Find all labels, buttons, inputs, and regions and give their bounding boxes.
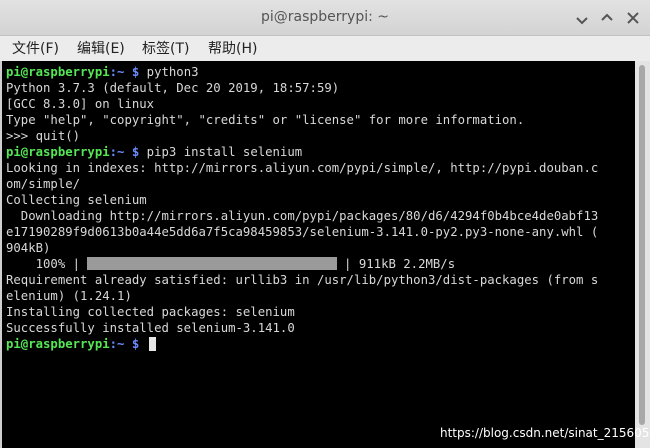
terminal-line: pi@raspberrypi:~ $ python3 — [6, 64, 199, 80]
prompt-path: :~ $ — [109, 145, 140, 159]
scrollbar-thumb[interactable] — [639, 65, 645, 425]
window-title: pi@raspberrypi: ~ — [260, 9, 390, 25]
terminal-line: Installing collected packages: selenium — [6, 305, 295, 319]
terminal-line: >>> quit() — [6, 129, 81, 143]
watermark-text: https://blog.csdn.net/sinat_2156059 — [440, 426, 650, 440]
prompt-user: pi@raspberrypi — [6, 337, 110, 351]
command-text — [139, 337, 146, 351]
close-icon[interactable] — [626, 11, 640, 25]
maximize-icon[interactable] — [600, 11, 614, 25]
terminal-line: Downloading http://mirrors.aliyun.com/py… — [6, 209, 599, 223]
command-text: python3 — [139, 65, 199, 79]
command-text: pip3 install selenium — [139, 145, 303, 159]
terminal-line: om/simple/ — [6, 177, 81, 191]
terminal-scrollbar[interactable] — [635, 61, 650, 448]
terminal-line: Requirement already satisfied: urllib3 i… — [6, 273, 599, 287]
minimize-icon[interactable] — [575, 11, 589, 25]
menubar: 文件(F) 编辑(E) 标签(T) 帮助(H) — [0, 36, 650, 60]
terminal-line: e17190289f9d0613b0a44e5dd6a7f5ca98459853… — [6, 225, 599, 239]
progress-bar — [87, 257, 338, 270]
download-progress-line: 100% | | 911kB 2.2MB/s — [6, 256, 455, 272]
terminal-line: 904kB) — [6, 241, 51, 255]
progress-size-speed: | 911kB 2.2MB/s — [344, 257, 456, 271]
menu-help[interactable]: 帮助(H) — [208, 38, 257, 58]
menu-tabs[interactable]: 标签(T) — [142, 38, 189, 58]
prompt-user: pi@raspberrypi — [6, 65, 110, 79]
progress-percent: 100% | — [6, 257, 81, 271]
window-titlebar[interactable]: pi@raspberrypi: ~ — [0, 0, 650, 36]
menu-edit[interactable]: 编辑(E) — [77, 38, 125, 58]
prompt-path: :~ $ — [109, 337, 140, 351]
terminal-line: pi@raspberrypi:~ $ — [6, 336, 156, 352]
terminal-line: [GCC 8.3.0] on linux — [6, 97, 155, 111]
text-cursor — [148, 337, 156, 351]
terminal-line: pi@raspberrypi:~ $ pip3 install selenium — [6, 144, 302, 160]
prompt-user: pi@raspberrypi — [6, 145, 110, 159]
terminal-line: elenium) (1.24.1) — [6, 289, 132, 303]
terminal-line: Collecting selenium — [6, 193, 147, 207]
terminal-line: Type "help", "copyright", "credits" or "… — [6, 113, 525, 127]
terminal-output[interactable]: pi@raspberrypi:~ $ python3 Python 3.7.3 … — [0, 61, 635, 448]
terminal-line: Looking in indexes: http://mirrors.aliyu… — [6, 161, 599, 175]
terminal-line: Successfully installed selenium-3.141.0 — [6, 321, 295, 335]
terminal-line: Python 3.7.3 (default, Dec 20 2019, 18:5… — [6, 81, 340, 95]
prompt-path: :~ $ — [109, 65, 140, 79]
menu-file[interactable]: 文件(F) — [12, 38, 59, 58]
